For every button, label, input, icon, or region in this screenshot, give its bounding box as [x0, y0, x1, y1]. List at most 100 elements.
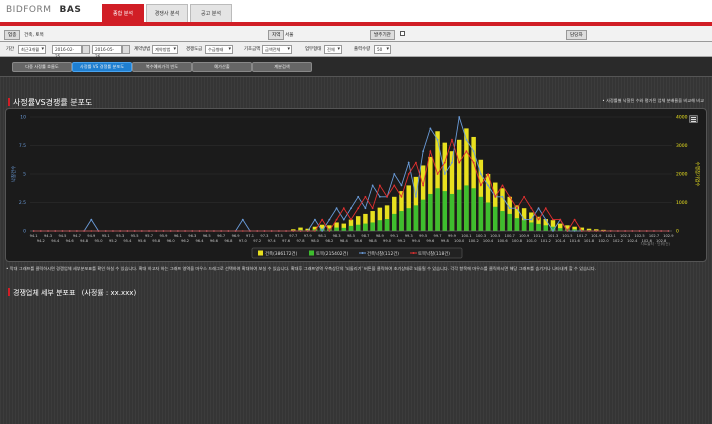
- competition-label: 경쟁도급: [186, 47, 203, 52]
- building-bid-point: [407, 161, 410, 164]
- x-tick-label: 98.9: [376, 234, 385, 238]
- output-count-select[interactable]: 50: [374, 45, 391, 54]
- filter-bar: 기간 최근3개월 2016-02-25 2016-05-26 계약방법 계약방법…: [0, 42, 712, 59]
- x-tick-label: 96.6: [210, 239, 219, 243]
- building-bid-point: [335, 207, 338, 210]
- date-from-input[interactable]: 2016-02-25: [52, 45, 82, 59]
- bar-civil: [449, 193, 455, 231]
- rate-vs-competition-button[interactable]: 사정률 VS 경쟁률 분포도: [72, 62, 132, 72]
- x-tick-label: 96.9: [232, 234, 241, 238]
- rate-vs-competition-chart: 10 4000 7.5 3000 5 2000 2.5 1000 0 0 낙찰건수 수행참가업수 94.…: [10, 115, 701, 259]
- bar-civil: [348, 225, 354, 231]
- x-tick-label: 99.7: [434, 234, 442, 238]
- x-tick-label: 99.5: [419, 234, 427, 238]
- civil-bid-line: [33, 138, 669, 232]
- x-tick-label: 96.4: [196, 239, 205, 243]
- civil-bid-point: [508, 195, 511, 198]
- bar-civil: [341, 227, 347, 231]
- x-tick-label: 100.2: [468, 239, 478, 243]
- civil-bid-point: [422, 184, 425, 187]
- bar-civil: [413, 205, 419, 231]
- building-bid-point: [479, 173, 482, 175]
- building-bid-point: [523, 218, 526, 221]
- order-checkbox[interactable]: [400, 31, 405, 36]
- civil-bid-point: [400, 195, 403, 198]
- x-tick-label: 98.0: [311, 239, 320, 243]
- building-bid-point: [537, 207, 540, 210]
- building-bid-point: [501, 195, 504, 198]
- period-select[interactable]: 최근3개월: [18, 45, 46, 54]
- bar-civil: [521, 220, 527, 231]
- info-bar: 업종 건축, 토목 지역 서울 발주기관 담당자: [0, 26, 712, 42]
- x-tick-label: 96.2: [181, 239, 189, 243]
- building-bid-point: [508, 207, 511, 210]
- building-bid-point: [342, 218, 345, 221]
- hamburger-menu-icon[interactable]: [689, 115, 698, 123]
- civil-bid-point: [429, 150, 432, 153]
- civil-bid-point: [552, 218, 554, 221]
- civil-bid-point: [530, 207, 533, 210]
- civil-bid-point: [436, 173, 439, 175]
- competition-select[interactable]: 수급형태: [205, 45, 233, 54]
- x-tick-label: 100.7: [505, 234, 515, 238]
- x-tick-label: 97.1: [246, 234, 254, 238]
- distribution-section-title: 사정률VS경쟁률 분포도: [8, 97, 92, 108]
- building-bid-point: [472, 150, 475, 153]
- bar-civil: [392, 213, 397, 231]
- contract-select[interactable]: 계약방법: [152, 45, 178, 54]
- legend-swatch: [258, 250, 263, 256]
- building-bid-point: [90, 218, 93, 221]
- x-tick-label: 101.0: [526, 239, 537, 243]
- price-calc-button[interactable]: 예가산출: [192, 62, 252, 72]
- bar-civil: [500, 211, 505, 231]
- civil-bid-point: [501, 184, 504, 187]
- building-bid-point: [458, 116, 461, 118]
- x-tick-label: 100.5: [490, 234, 500, 238]
- x-tick-label: 101.3: [548, 234, 558, 238]
- multi-rate-flow-button[interactable]: 다중 사정률 흐름도: [12, 62, 72, 72]
- legend-label: 건축(386172건): [265, 250, 298, 257]
- bar-civil: [442, 191, 448, 231]
- bar-civil: [507, 213, 512, 231]
- calendar-icon[interactable]: [82, 45, 90, 54]
- tab-competitor-analysis[interactable]: 경쟁사 분석: [146, 4, 188, 22]
- building-bid-point: [364, 207, 367, 210]
- building-bid-point: [487, 184, 489, 187]
- civil-bid-point: [393, 184, 396, 187]
- x-tick-label: 95.5: [131, 234, 139, 238]
- base-amount-select[interactable]: 금액전체: [262, 45, 292, 54]
- civil-bid-point: [364, 195, 367, 198]
- search-button[interactable]: 계분검색: [252, 62, 312, 72]
- top-bar: BIDFORM BAS 종합 분석 경쟁사 분석 공고 분석: [0, 0, 712, 22]
- tab-notice-analysis[interactable]: 공고 분석: [190, 4, 232, 22]
- prelim-price-frequency-button[interactable]: 복수예비가격 빈도: [132, 62, 192, 72]
- x-tick-label: 98.1: [318, 234, 326, 238]
- x-tick-label: 95.9: [159, 234, 168, 238]
- civil-bid-point: [407, 173, 410, 175]
- x-tick-label: 94.7: [73, 234, 81, 238]
- building-bid-point: [378, 195, 381, 198]
- building-bid-point: [350, 207, 352, 210]
- bar-civil: [406, 208, 411, 231]
- x-tick-label: 102.5: [634, 234, 644, 238]
- x-tick-label: 101.4: [555, 239, 566, 243]
- calendar-icon[interactable]: [122, 45, 130, 54]
- civil-bid-point: [494, 195, 497, 198]
- civil-bid-point: [516, 207, 518, 210]
- x-tick-label: 96.0: [167, 239, 176, 243]
- x-tick-label: 99.3: [405, 234, 413, 238]
- civil-bid-point: [544, 207, 547, 210]
- bar-civil: [377, 220, 383, 231]
- chart-footnote: • 막대 그래프를 클릭하시면 경쟁업체 세부분포표를 확인 하실 수 있습니다…: [6, 266, 596, 271]
- bar-civil: [514, 218, 520, 231]
- civil-bid-point: [472, 161, 475, 164]
- x-tick-label: 94.9: [87, 234, 96, 238]
- work-type-select[interactable]: 전체: [324, 45, 342, 54]
- tab-overall-analysis[interactable]: 종합 분석: [102, 4, 144, 22]
- date-to-input[interactable]: 2016-05-26: [92, 45, 122, 59]
- x-tick-label: 97.8: [296, 239, 305, 243]
- building-bid-point: [443, 173, 446, 175]
- x-tick-label: 102.3: [620, 234, 630, 238]
- legend-marker: [412, 252, 415, 254]
- x-tick-label: 101.2: [541, 239, 551, 243]
